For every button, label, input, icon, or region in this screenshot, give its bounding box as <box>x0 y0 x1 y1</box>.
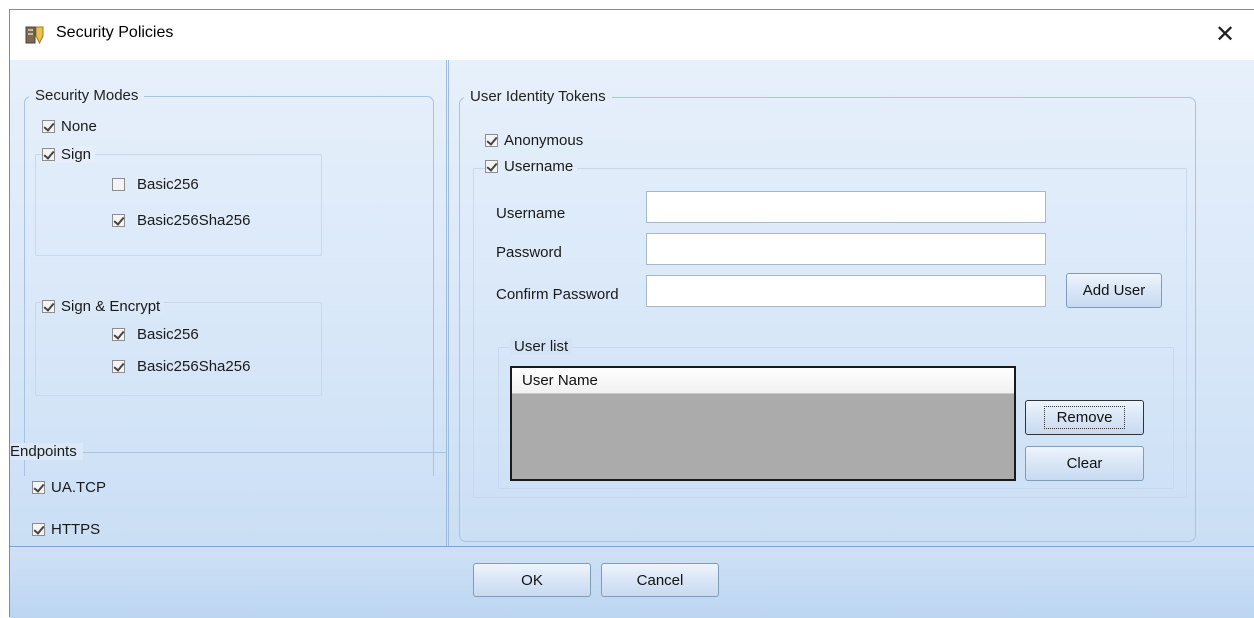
security-modes-legend: Security Modes <box>29 87 145 105</box>
user-identity-tokens-legend: User Identity Tokens <box>464 88 612 106</box>
right-panel: User Identity Tokens Anonymous Username … <box>448 60 1254 546</box>
sign-encrypt-group <box>35 302 322 396</box>
sign-encrypt-checkbox[interactable]: Sign & Encrypt <box>42 298 165 315</box>
checkmark-icon <box>32 481 45 494</box>
close-button[interactable]: ✕ <box>1210 20 1240 50</box>
none-label: None <box>61 118 97 135</box>
encrypt-basic256-checkbox[interactable]: Basic256 <box>112 326 199 343</box>
checkmark-icon <box>112 360 125 373</box>
sign-label: Sign <box>61 146 92 163</box>
confirm-password-label: Confirm Password <box>496 286 619 303</box>
remove-label: Remove <box>1043 406 1126 429</box>
anonymous-label: Anonymous <box>504 132 584 149</box>
username-token-checkbox[interactable]: Username <box>485 158 578 175</box>
cancel-label: Cancel <box>636 571 684 589</box>
checkmark-icon <box>32 523 45 536</box>
anonymous-checkbox[interactable]: Anonymous <box>485 132 583 149</box>
cancel-button[interactable]: Cancel <box>601 563 719 597</box>
confirm-password-input[interactable] <box>646 275 1046 307</box>
security-policies-dialog: Security Policies ✕ Security Modes None … <box>9 9 1254 618</box>
sign-basic256sha256-label: Basic256Sha256 <box>137 212 251 229</box>
clear-button[interactable]: Clear <box>1025 446 1144 481</box>
dialog-button-bar: OK Cancel <box>10 546 1254 618</box>
security-policies-icon <box>24 24 46 46</box>
encrypt-basic256sha256-label: Basic256Sha256 <box>137 358 251 375</box>
remove-button[interactable]: Remove <box>1025 400 1144 435</box>
checkmark-icon <box>112 214 125 227</box>
https-checkbox[interactable]: HTTPS <box>32 521 100 538</box>
username-input[interactable] <box>646 191 1046 223</box>
user-list-legend: User list <box>510 338 573 355</box>
add-user-label: Add User <box>1082 282 1146 299</box>
checkbox-empty-icon <box>112 178 125 191</box>
close-icon: ✕ <box>1214 21 1236 48</box>
user-name-header-label: User Name <box>522 372 598 389</box>
checkmark-icon <box>485 160 498 173</box>
password-input[interactable] <box>646 233 1046 265</box>
checkmark-icon <box>42 120 55 133</box>
uatcp-checkbox[interactable]: UA.TCP <box>32 479 106 496</box>
add-user-button[interactable]: Add User <box>1066 273 1162 308</box>
sign-checkbox[interactable]: Sign <box>42 146 96 163</box>
sign-basic256-label: Basic256 <box>137 176 199 193</box>
encrypt-basic256-label: Basic256 <box>137 326 199 343</box>
endpoints-legend: Endpoints <box>10 443 83 460</box>
left-panel: Security Modes None Sign Basic256 Basic2… <box>10 60 447 546</box>
username-token-label: Username <box>504 158 574 175</box>
https-label: HTTPS <box>51 521 101 538</box>
checkmark-icon <box>42 148 55 161</box>
sign-encrypt-label: Sign & Encrypt <box>61 298 161 315</box>
checkmark-icon <box>42 300 55 313</box>
ok-button[interactable]: OK <box>473 563 591 597</box>
endpoints-group: Endpoints UA.TCP HTTPS <box>10 443 447 546</box>
window-title: Security Policies <box>56 24 174 41</box>
encrypt-basic256sha256-checkbox[interactable]: Basic256Sha256 <box>112 358 250 375</box>
uatcp-label: UA.TCP <box>51 479 107 496</box>
title-bar: Security Policies ✕ <box>10 10 1254 60</box>
clear-label: Clear <box>1066 455 1103 472</box>
dialog-client-area: Security Modes None Sign Basic256 Basic2… <box>10 60 1254 618</box>
checkmark-icon <box>485 134 498 147</box>
sign-basic256-checkbox[interactable]: Basic256 <box>112 176 199 193</box>
none-checkbox[interactable]: None <box>42 118 97 135</box>
user-list-grid[interactable]: User Name <box>510 366 1016 481</box>
ok-label: OK <box>521 571 543 589</box>
sign-group <box>35 154 322 256</box>
user-name-column-header[interactable]: User Name <box>512 368 1014 394</box>
checkmark-icon <box>112 328 125 341</box>
sign-basic256sha256-checkbox[interactable]: Basic256Sha256 <box>112 212 250 229</box>
username-label: Username <box>496 205 566 222</box>
password-label: Password <box>496 244 562 261</box>
